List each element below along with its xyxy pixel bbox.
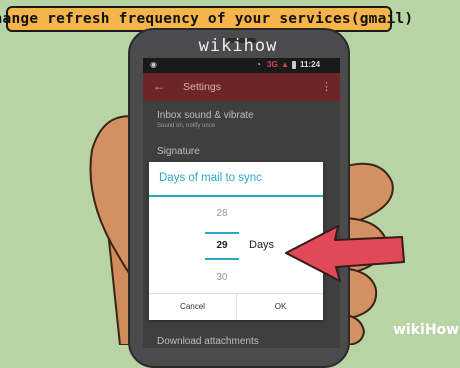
logo-wiki: wiki (393, 322, 425, 338)
pointer-arrow-shape (285, 225, 405, 282)
wikihow-corner-logo: wikiHow (393, 322, 459, 338)
pointer-arrow-icon (285, 225, 405, 282)
logo-how: How (424, 322, 460, 338)
